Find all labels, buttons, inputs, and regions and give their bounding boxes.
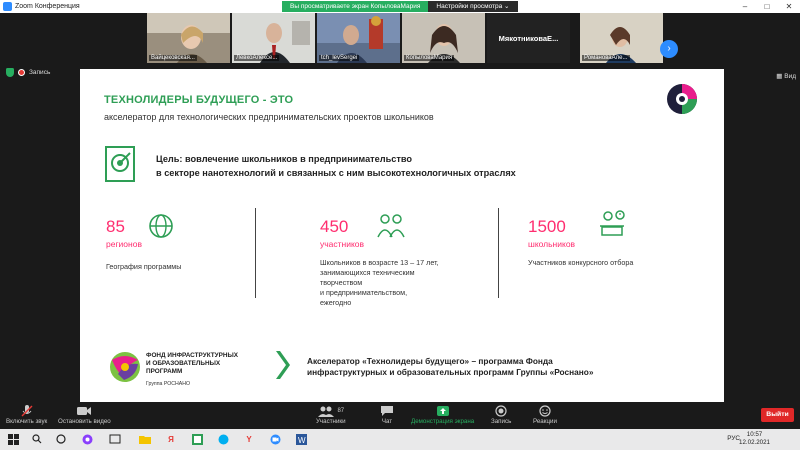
stat-regions-unit: регионов [106, 239, 142, 249]
slide-subheading: акселератор для технологических предприн… [104, 112, 434, 122]
fond-name: ФОНД ИНФРАСТРУКТУРНЫХ И ОБРАЗОВАТЕЛЬНЫХ … [146, 352, 239, 375]
participant-name: tch_levSergei [319, 55, 360, 61]
minimize-button[interactable]: – [734, 0, 756, 13]
stop-video-button[interactable]: Остановить видео [58, 404, 111, 425]
share-screen-icon [436, 404, 450, 418]
participant-tile[interactable]: ЛевкоАлексе... [232, 13, 315, 63]
participant-name-large: МякотниковаЕ... [498, 33, 559, 43]
participant-name: РомановаАле... [582, 55, 630, 61]
smile-icon [539, 404, 551, 418]
accelerator-text: Акселератор «Технолидеры будущего» – про… [307, 356, 594, 377]
participant-tile[interactable]: РомановаАле... [580, 13, 663, 63]
participant-name: ЛевкоАлексе... [234, 55, 280, 61]
shared-screen: ТЕХНОЛИДЕРЫ БУДУЩЕГО - ЭТО акселератор д… [80, 69, 724, 402]
stat-participants-unit: участников [320, 239, 365, 249]
divider [498, 208, 499, 298]
word-icon[interactable]: W [294, 432, 308, 446]
divider [255, 208, 256, 298]
recording-indicator: Запись [6, 68, 50, 77]
share-status: Вы просматриваете экран КопыловаМария [282, 1, 429, 12]
stat-students-desc: Участников конкурсного отбора [528, 258, 634, 267]
leave-button[interactable]: Выйти [761, 408, 794, 422]
chat-icon [380, 404, 394, 418]
goal-text: Цель: вовлечение школьников в предприним… [156, 154, 516, 178]
svg-text:W: W [298, 436, 306, 445]
record-button[interactable]: Запись [491, 404, 511, 425]
record-icon [495, 404, 507, 418]
spreadsheet-icon[interactable] [190, 432, 204, 446]
yandex-icon[interactable]: Я [164, 432, 178, 446]
stat-students-unit: школьников [528, 239, 576, 249]
stat-students-number: 1500 [528, 217, 566, 236]
view-options-menu[interactable]: Настройки просмотра ⌄ [428, 1, 518, 12]
reactions-button[interactable]: Реакции [533, 404, 557, 425]
participant-name: КопыловаМария [404, 55, 455, 61]
view-button[interactable]: ▦ Вид [776, 72, 796, 80]
share-banner: Вы просматриваете экран КопыловаМария На… [282, 1, 518, 12]
search-icon[interactable] [30, 432, 44, 446]
yandex-browser-icon[interactable]: Y [242, 432, 256, 446]
window-title: Zoom Конференция [15, 3, 80, 10]
stat-participants-desc: Школьников в возрасте 13 – 17 лет, заним… [320, 258, 439, 307]
zoom-app-icon [3, 2, 12, 11]
participant-tile[interactable]: Вайцековская... [147, 13, 230, 63]
share-screen-button[interactable]: Демонстрация экрана [411, 404, 474, 425]
participant-tile[interactable]: tch_levSergei [317, 13, 400, 63]
participant-name: Вайцековская... [149, 55, 197, 61]
folder-icon[interactable] [138, 432, 152, 446]
gallery-next-button[interactable]: › [660, 40, 678, 58]
mic-muted-icon [20, 404, 34, 418]
student-desk-icon [600, 210, 625, 236]
participants-icon: 87 [317, 404, 344, 418]
skype-icon[interactable] [216, 432, 230, 446]
fond-subtitle: Группа РОСНАНО [146, 381, 190, 387]
windows-taskbar: Я Y W РУС 10:57 12.02.2021 [0, 429, 800, 450]
zoom-icon[interactable] [268, 432, 282, 446]
windows-start-icon[interactable] [6, 432, 20, 446]
participant-tile[interactable]: МякотниковаЕ... [487, 13, 570, 63]
video-gallery: Вайцековская... ЛевкоАлексе... tch_levSe… [0, 13, 800, 63]
target-goal-icon [105, 146, 135, 182]
chat-button[interactable]: Чат [380, 404, 394, 425]
clock[interactable]: 10:57 12.02.2021 [739, 431, 770, 447]
video-camera-icon [76, 404, 92, 418]
participants-button[interactable]: 87 Участники [316, 404, 346, 425]
group-people-icon [377, 214, 405, 238]
tlb-logo [667, 84, 697, 114]
maximize-button[interactable]: □ [756, 0, 778, 13]
fond-logo [110, 352, 140, 382]
alice-icon[interactable] [80, 432, 94, 446]
recording-label: Запись [29, 69, 51, 76]
record-icon [18, 69, 25, 76]
chevron-right-icon [276, 351, 290, 379]
stat-regions-number: 85 [106, 217, 125, 236]
task-view-icon[interactable] [108, 432, 122, 446]
meeting-controls: Включить звук Остановить видео 87 Участн… [0, 402, 800, 429]
participant-tile[interactable]: КопыловаМария [402, 13, 485, 63]
cortana-icon[interactable] [54, 432, 68, 446]
unmute-button[interactable]: Включить звук [6, 404, 47, 425]
stat-participants-number: 450 [320, 217, 349, 236]
globe-icon [149, 214, 173, 238]
stat-regions-desc: География программы [106, 262, 182, 271]
slide-heading: ТЕХНОЛИДЕРЫ БУДУЩЕГО - ЭТО [104, 94, 294, 106]
close-button[interactable]: ✕ [778, 0, 800, 13]
shield-icon [6, 68, 14, 77]
